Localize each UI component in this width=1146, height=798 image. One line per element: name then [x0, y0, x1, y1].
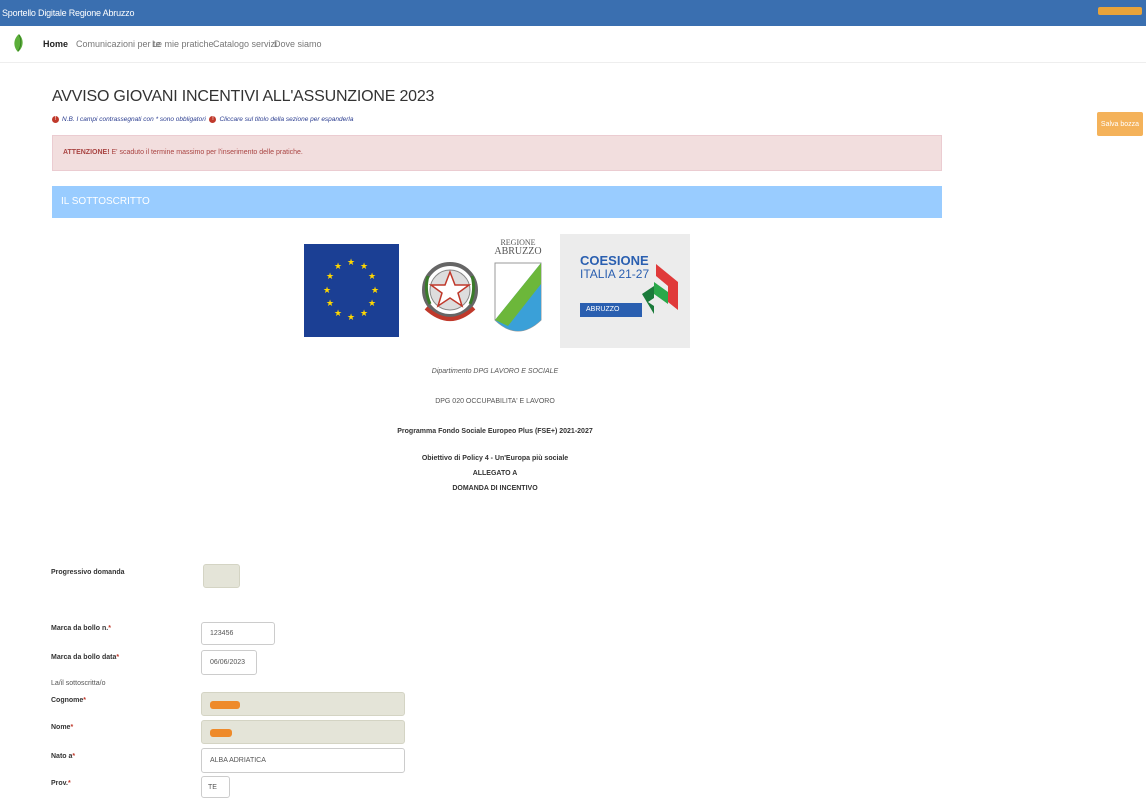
progressivo-label: Progressivo domanda [51, 569, 125, 576]
svg-text:★: ★ [326, 272, 334, 282]
save-draft-button[interactable]: Salva bozza [1097, 112, 1143, 136]
svg-text:★: ★ [347, 313, 355, 323]
nav-comunicazioni[interactable]: Comunicazioni per te [76, 39, 161, 49]
bollo-n-label: Marca da bollo n.* [51, 625, 111, 632]
required-mark: * [83, 697, 87, 704]
main-nav: Home Comunicazioni per te Le mie pratich… [0, 26, 1146, 63]
svg-text:★: ★ [323, 286, 331, 296]
bollo-number-input[interactable] [201, 622, 275, 645]
bollo-date-input[interactable] [201, 650, 257, 675]
bollo-data-label-text: Marca da bollo data [51, 654, 117, 661]
bollo-data-label: Marca da bollo data* [51, 654, 119, 661]
regione-abruzzo-logo: REGIONE ABRUZZO [493, 238, 543, 343]
progressivo-input [203, 564, 240, 588]
coesione-italia-logo: COESIONE ITALIA 21-27 ABRUZZO [560, 234, 690, 348]
nome-input [201, 720, 405, 744]
required-mark: * [68, 780, 71, 787]
form-hints: ! N.B. I campi contrassegnati con * sono … [52, 116, 353, 123]
app-topbar: Sportello Digitale Regione Abruzzo [0, 0, 1146, 26]
alert-strong: ATTENZIONE! [63, 149, 110, 156]
nome-label-text: Nome [51, 724, 71, 731]
redacted-value [210, 729, 232, 737]
prov-label: Prov.* [51, 780, 71, 787]
required-mark: * [72, 753, 76, 760]
required-mark: * [116, 654, 120, 661]
region-shield-icon [494, 262, 542, 332]
department-text: Dipartimento DPG LAVORO E SOCIALE [431, 368, 559, 375]
info-icon: ! [52, 116, 59, 123]
sottoscritto-label: La/il sottoscritta/o [51, 680, 106, 687]
hint-expand: Cliccare sul titolo della sezione per es… [219, 116, 354, 124]
redacted-value [210, 701, 240, 709]
hint-required: N.B. I campi contrassegnati con * sono o… [62, 116, 206, 124]
nav-home[interactable]: Home [43, 39, 68, 49]
required-mark: * [70, 724, 74, 731]
cognome-label: Cognome* [51, 697, 86, 704]
nato-label: Nato a* [51, 753, 75, 760]
page-title: AVVISO GIOVANI INCENTIVI ALL'ASSUNZIONE … [52, 88, 435, 105]
app-title: Sportello Digitale Regione Abruzzo [2, 8, 135, 18]
region-line2: ABRUZZO [494, 246, 542, 257]
alert-text: E' scaduto il termine massimo per l'inse… [109, 149, 303, 156]
nav-pratiche[interactable]: Le mie pratiche [152, 39, 214, 49]
province-input[interactable] [201, 776, 230, 798]
domanda-text: DOMANDA DI INCENTIVO [452, 485, 538, 492]
leaf-logo-icon[interactable] [13, 34, 24, 52]
svg-text:★: ★ [368, 272, 376, 282]
bollo-n-label-text: Marca da bollo n. [51, 625, 109, 632]
nato-label-text: Nato a [51, 753, 73, 760]
section-header-sottoscritto[interactable]: IL SOTTOSCRITTO [52, 186, 942, 218]
svg-text:★: ★ [347, 258, 355, 268]
user-menu[interactable] [1098, 7, 1142, 15]
svg-text:★: ★ [368, 299, 376, 309]
svg-text:★: ★ [360, 309, 368, 319]
required-mark: * [108, 625, 111, 632]
coesione-arrows-icon [642, 264, 678, 314]
svg-text:★: ★ [371, 286, 379, 296]
allegato-text: ALLEGATO A [472, 470, 518, 477]
nome-label: Nome* [51, 724, 73, 731]
info-icon: ! [209, 116, 217, 123]
objective-text: Obiettivo di Policy 4 - Un'Europa più so… [421, 455, 569, 462]
prov-label-text: Prov. [51, 780, 68, 787]
coesione-line2: ITALIA 21-27 [580, 267, 650, 281]
nav-dove-siamo[interactable]: Dove siamo [274, 39, 322, 49]
cognome-label-text: Cognome [51, 697, 84, 704]
nav-catalogo[interactable]: Catalogo servizi [213, 39, 277, 49]
deadline-alert: ATTENZIONE! E' scaduto il termine massim… [52, 135, 942, 171]
svg-text:★: ★ [326, 299, 334, 309]
programme-text: Programma Fondo Sociale Europeo Plus (FS… [397, 428, 593, 435]
svg-text:★: ★ [334, 309, 342, 319]
office-text: DPG 020 OCCUPABILITA' E LAVORO [435, 398, 555, 405]
svg-text:★: ★ [334, 262, 342, 272]
svg-text:★: ★ [360, 262, 368, 272]
eu-flag-logo: ★ ★★ ★★★ ★★★ ★★★ [304, 244, 399, 337]
birthplace-input[interactable] [201, 748, 405, 773]
coesione-line1: COESIONE [580, 253, 649, 268]
cognome-input [201, 692, 405, 716]
coesione-badge: ABRUZZO [580, 303, 642, 317]
italian-republic-emblem [422, 262, 478, 321]
